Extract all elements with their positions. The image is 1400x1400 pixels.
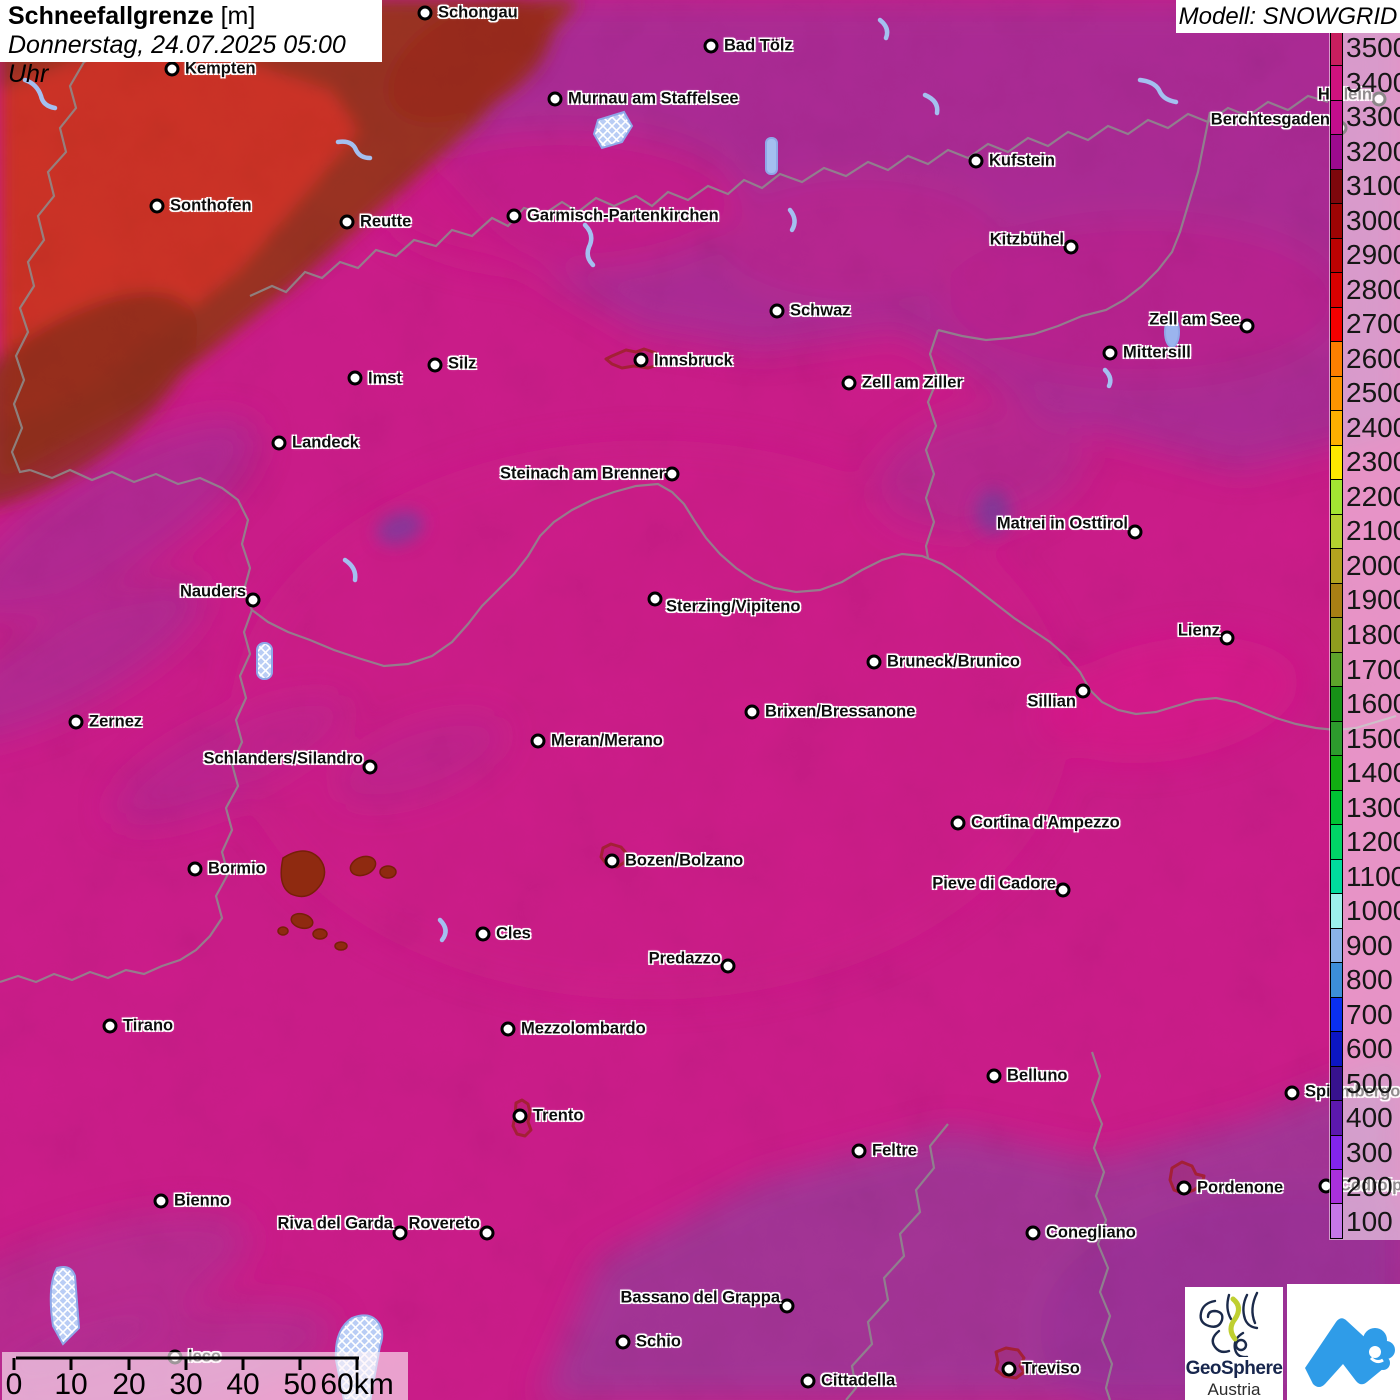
- scalebar-label: 30: [169, 1368, 202, 1400]
- snowgrid-map: SchongauBad TölzMurnau am StaffelseeKemp…: [0, 0, 1400, 1400]
- partner-logo-box: [1287, 1284, 1400, 1400]
- mountain-cloud-logo-icon: [1287, 1284, 1400, 1400]
- model-box: Modell: SNOWGRID: [1176, 0, 1400, 33]
- title-box: Schneefallgrenze [m] Donnerstag, 24.07.2…: [0, 0, 382, 62]
- scalebar-label: 20: [112, 1368, 145, 1400]
- model-label: Modell: SNOWGRID: [1179, 3, 1398, 31]
- scalebar-label: 10: [54, 1368, 87, 1400]
- scalebar-label: 60km: [320, 1368, 393, 1400]
- geosphere-logo-icon: [1185, 1287, 1283, 1357]
- geosphere-logo-text: GeoSphere: [1185, 1358, 1283, 1380]
- scalebar-label: 0: [6, 1368, 23, 1400]
- map-title: Schneefallgrenze [m]: [8, 2, 374, 31]
- scalebar-label: 40: [226, 1368, 259, 1400]
- scalebar-label: 50: [283, 1368, 316, 1400]
- geosphere-logo-subtext: Austria: [1185, 1380, 1283, 1400]
- map-datetime: Donnerstag, 24.07.2025 05:00 Uhr: [8, 31, 374, 89]
- scalebar-line: [0, 0, 1400, 1400]
- geosphere-logo-box: GeoSphere Austria: [1185, 1287, 1283, 1400]
